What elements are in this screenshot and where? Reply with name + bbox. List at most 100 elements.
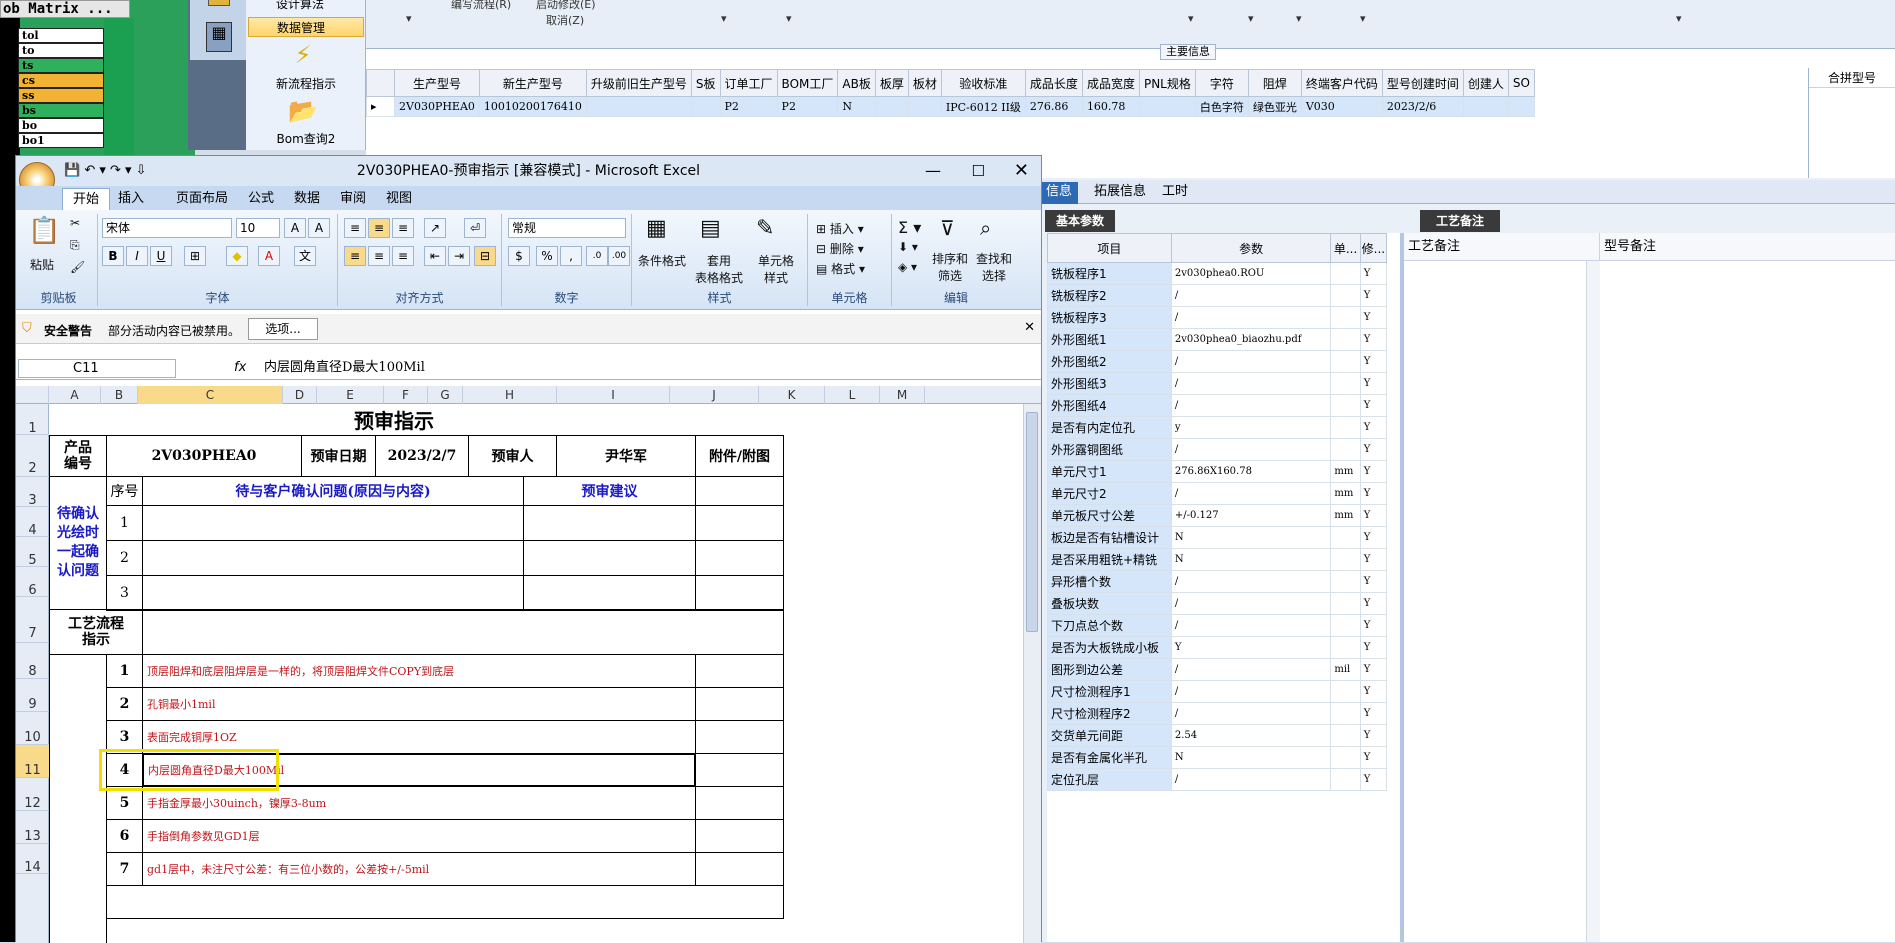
param-cell[interactable]: Y: [1359, 306, 1388, 329]
param-cell[interactable]: 下刀点总个数: [1047, 614, 1172, 637]
font-name-select[interactable]: 宋体: [102, 218, 232, 238]
quick-access-toolbar[interactable]: 💾 ↶ ▾ ↷ ▾ ⇩: [64, 156, 147, 186]
param-cell[interactable]: Y: [1359, 702, 1388, 725]
param-row[interactable]: 外形露铜图纸 / Y: [1047, 438, 1388, 461]
param-cell[interactable]: [1330, 372, 1361, 395]
find-select-button[interactable]: 查找和 选择: [970, 250, 1018, 284]
column-header[interactable]: M: [880, 386, 925, 404]
param-cell[interactable]: /: [1170, 592, 1332, 615]
product-value[interactable]: 2V030PHEA0: [106, 435, 302, 477]
param-cell[interactable]: 尺寸检测程序1: [1047, 680, 1172, 703]
increase-indent-button[interactable]: ⇥: [448, 246, 470, 266]
modify-label[interactable]: 启动修改(E): [536, 0, 596, 12]
grow-font-button[interactable]: A: [284, 218, 306, 238]
param-row[interactable]: 外形图纸3/ Y: [1047, 372, 1388, 395]
param-header-unit[interactable]: 单...: [1330, 233, 1361, 263]
column-header[interactable]: 生产型号: [394, 69, 480, 97]
grid-cell[interactable]: 白色字符: [1194, 96, 1249, 117]
column-header[interactable]: 成品宽度: [1081, 69, 1140, 97]
step-text[interactable]: 表面完成铜厚1OZ: [142, 720, 696, 754]
column-header[interactable]: K: [759, 386, 825, 404]
row-header[interactable]: 6: [16, 567, 49, 598]
param-cell[interactable]: mm: [1330, 460, 1361, 483]
format-painter-icon[interactable]: 🖌: [70, 260, 85, 274]
matrix-row[interactable]: to: [18, 43, 104, 58]
grid-cell[interactable]: N: [837, 96, 876, 117]
param-cell[interactable]: y: [1170, 416, 1332, 439]
question-number[interactable]: 2: [106, 540, 143, 576]
advice-cell[interactable]: [523, 505, 696, 541]
cell-style-icon[interactable]: ✎: [756, 216, 774, 241]
cell-style-button[interactable]: 单元格 样式: [748, 252, 804, 286]
column-header[interactable]: 成品长度: [1024, 69, 1083, 97]
grid-cell[interactable]: P2: [776, 96, 839, 117]
param-cell[interactable]: Y: [1170, 636, 1332, 659]
ribbon-tab[interactable]: 公式: [238, 188, 284, 210]
param-cell[interactable]: 单元尺寸2: [1047, 482, 1172, 505]
ribbon-tab[interactable]: 插入: [108, 188, 154, 210]
param-cell[interactable]: Y: [1359, 460, 1388, 483]
param-cell[interactable]: /: [1170, 306, 1332, 329]
param-cell[interactable]: 铣板程序1: [1047, 262, 1172, 285]
column-header[interactable]: 验收标准: [940, 69, 1026, 97]
param-cell[interactable]: [1330, 328, 1361, 351]
column-header[interactable]: 创建人: [1462, 69, 1509, 97]
param-cell[interactable]: Y: [1359, 570, 1388, 593]
param-cell[interactable]: Y: [1359, 636, 1388, 659]
product-label[interactable]: 产品 编号: [49, 435, 107, 477]
param-cell[interactable]: 2v030phea0.ROU: [1170, 262, 1332, 285]
step-text[interactable]: 手指金厚最小30uinch，镍厚3-8um: [142, 786, 696, 820]
param-cell[interactable]: 外形图纸3: [1047, 372, 1172, 395]
tab-extended-info[interactable]: 拓展信息: [1088, 182, 1152, 204]
tab-work-hours[interactable]: 工时: [1156, 182, 1194, 204]
reviewer-label[interactable]: 预审人: [468, 435, 557, 477]
param-cell[interactable]: Y: [1359, 592, 1388, 615]
column-header[interactable]: L: [825, 386, 880, 404]
param-cell[interactable]: mil: [1330, 658, 1361, 681]
param-row[interactable]: 尺寸检测程序1/ Y: [1047, 680, 1388, 703]
param-row[interactable]: 外形图纸1 2v030phea0_biaozhu.pdf Y: [1047, 328, 1388, 351]
param-cell[interactable]: [1330, 262, 1361, 285]
craft-note-header[interactable]: 工艺备注: [1404, 233, 1600, 261]
column-header[interactable]: 终端客户代码: [1300, 69, 1383, 97]
param-cell[interactable]: [1330, 636, 1361, 659]
insert-button[interactable]: ⊞ 插入 ▾: [816, 220, 864, 237]
param-row[interactable]: 异形槽个数 / Y: [1047, 570, 1388, 593]
column-header[interactable]: AB板: [837, 69, 876, 97]
param-cell[interactable]: 铣板程序2: [1047, 284, 1172, 307]
param-cell[interactable]: [1330, 592, 1361, 615]
param-cell[interactable]: Y: [1359, 504, 1388, 527]
step-number[interactable]: 7: [106, 852, 143, 886]
param-row[interactable]: 图形到边公差 / mil Y: [1047, 658, 1388, 681]
ribbon-tab[interactable]: 视图: [376, 188, 422, 210]
column-header[interactable]: H: [463, 386, 557, 404]
ribbon-tab[interactable]: 审阅: [330, 188, 376, 210]
param-cell[interactable]: N: [1170, 548, 1332, 571]
param-cell[interactable]: mm: [1330, 482, 1361, 505]
minimize-icon[interactable]: —: [925, 156, 941, 186]
copy-icon[interactable]: ⎘: [70, 238, 80, 253]
attach-cell[interactable]: [695, 540, 784, 576]
wrap-text-button[interactable]: ⏎: [464, 218, 486, 238]
param-cell[interactable]: 是否为大板铣成小板: [1047, 636, 1172, 659]
param-header-value[interactable]: 参数: [1170, 233, 1332, 263]
fx-icon[interactable]: fx: [234, 360, 246, 375]
matrix-row[interactable]: bo: [18, 118, 104, 133]
param-row[interactable]: 是否采用粗铣+精铣 N Y: [1047, 548, 1388, 571]
param-cell[interactable]: 外形露铜图纸: [1047, 438, 1172, 461]
param-cell[interactable]: 叠板块数: [1047, 592, 1172, 615]
increase-decimal-button[interactable]: .0: [586, 246, 608, 266]
param-cell[interactable]: [1330, 284, 1361, 307]
column-header[interactable]: 阻焊: [1247, 69, 1302, 97]
attachment-label[interactable]: 附件/附图: [695, 435, 784, 477]
security-options-button[interactable]: 选项...: [248, 318, 318, 340]
step-text[interactable]: 手指倒角参数见GD1层: [142, 819, 696, 853]
merge-model-header[interactable]: 合拼型号: [1809, 68, 1895, 88]
dropdown-arrow-icon[interactable]: ▾: [786, 12, 792, 25]
maximize-icon[interactable]: ☐: [972, 156, 985, 186]
param-cell[interactable]: Y: [1359, 416, 1388, 439]
paste-icon[interactable]: 📋: [28, 216, 60, 246]
tab-info[interactable]: 信息: [1040, 182, 1079, 204]
flow-label[interactable]: 编写流程(R): [451, 0, 511, 12]
select-all-corner[interactable]: [16, 386, 49, 404]
